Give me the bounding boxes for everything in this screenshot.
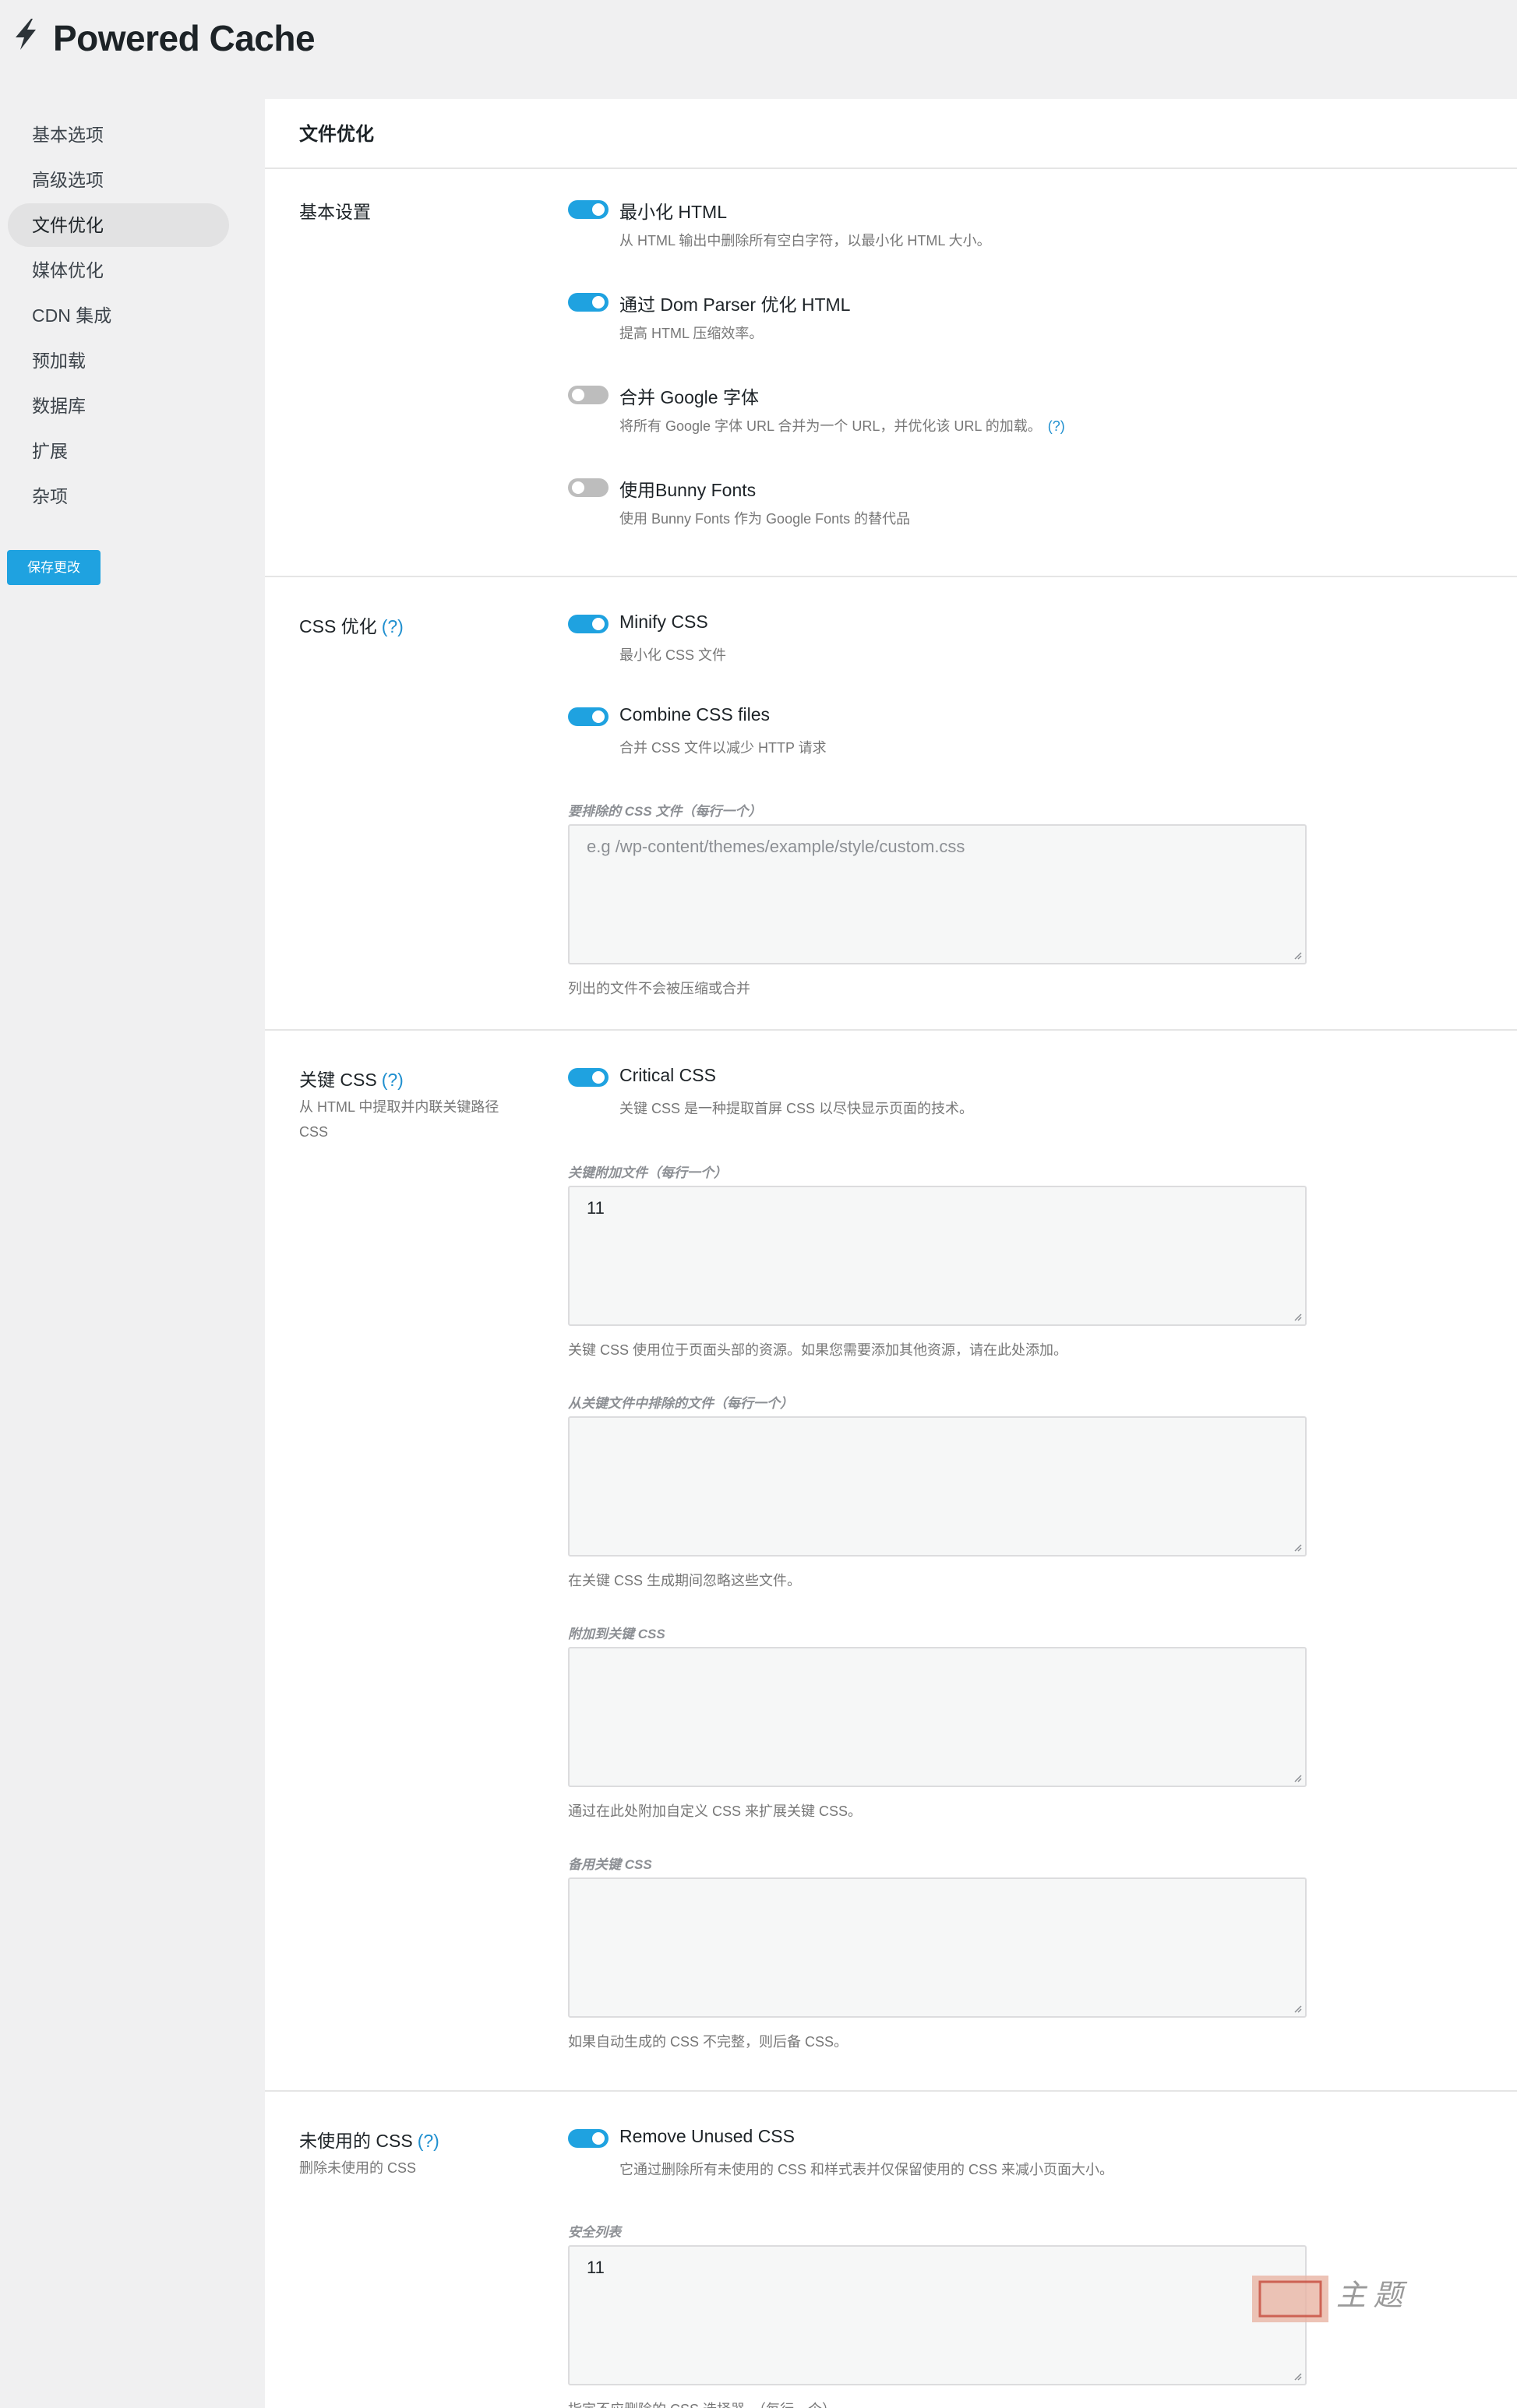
sidebar-item-media[interactable]: 媒体优化 xyxy=(8,249,229,292)
exclude-css-label: 要排除的 CSS 文件（每行一个） xyxy=(568,804,762,819)
section-unused-css: 未使用的 CSS (?) 删除未使用的 CSS Remove Unused CSS… xyxy=(265,2092,1517,2408)
section-critical-css: 关键 CSS (?) 从 HTML 中提取并内联关键路径 CSS Critical… xyxy=(265,1031,1517,2092)
section-label: 关键 CSS (?) xyxy=(299,1065,404,1091)
remove-unused-css-toggle[interactable] xyxy=(568,2129,609,2148)
critical-additional-files-textarea[interactable]: 11 xyxy=(568,1186,1307,1326)
sidebar-item-preload[interactable]: 预加载 xyxy=(8,339,229,383)
resize-handle-icon[interactable] xyxy=(1293,2004,1302,2013)
resize-handle-icon[interactable] xyxy=(1293,1312,1302,1321)
option-title: Remove Unused CSS xyxy=(619,2126,795,2146)
append-critical-css-textarea[interactable] xyxy=(568,1647,1307,1787)
resize-handle-icon[interactable] xyxy=(1293,2371,1302,2381)
section-css-optimization: CSS 优化 (?) Minify CSS 最小化 CSS 文件 Combine … xyxy=(265,577,1517,1031)
option-desc: 合并 CSS 文件以减少 HTTP 请求 xyxy=(619,740,827,756)
sidebar-item-advanced[interactable]: 高级选项 xyxy=(8,158,229,202)
section-label: 基本设置 xyxy=(299,202,371,222)
settings-panel: 文件优化 基本设置 最小化 HTML 从 HTML 输出中删除所有空白字符，以最… xyxy=(265,99,1517,2408)
critical-excluded-files-textarea[interactable] xyxy=(568,1416,1307,1557)
append-critical-css-label: 附加到关键 CSS xyxy=(568,1627,665,1641)
help-link[interactable]: (?) xyxy=(418,2131,439,2151)
option-title: Minify CSS xyxy=(619,612,708,632)
sidebar-item-file-optimization[interactable]: 文件优化 xyxy=(8,203,229,247)
option-title: 合并 Google 字体 xyxy=(619,387,759,407)
option-title: Combine CSS files xyxy=(619,704,771,725)
field-help: 如果自动生成的 CSS 不完整，则后备 CSS。 xyxy=(568,2034,848,2050)
textarea-placeholder: e.g /wp-content/themes/example/style/cus… xyxy=(587,837,965,856)
fallback-critical-css-textarea[interactable] xyxy=(568,1877,1307,2018)
sidebar-item-database[interactable]: 数据库 xyxy=(8,384,229,428)
section-label-text: 关键 CSS xyxy=(299,1070,377,1090)
help-link[interactable]: (?) xyxy=(382,1070,404,1090)
resize-handle-icon[interactable] xyxy=(1293,1773,1302,1782)
watermark-logo: 主 题 xyxy=(1252,2276,1408,2322)
resize-handle-icon[interactable] xyxy=(1293,1542,1302,1552)
help-link[interactable]: (?) xyxy=(1048,418,1065,434)
minify-css-toggle[interactable] xyxy=(568,615,609,633)
critical-css-toggle[interactable] xyxy=(568,1068,609,1087)
section-basic-settings: 基本设置 最小化 HTML 从 HTML 输出中删除所有空白字符，以最小化 HT… xyxy=(265,169,1517,577)
field-help: 指定不应删除的 CSS 选择器。（每行一个） xyxy=(568,2399,836,2408)
sidebar-item-extensions[interactable]: 扩展 xyxy=(8,429,229,473)
option-desc: 从 HTML 输出中删除所有空白字符，以最小化 HTML 大小。 xyxy=(619,233,991,249)
help-link[interactable]: (?) xyxy=(382,616,404,636)
field-help: 列出的文件不会被压缩或合并 xyxy=(568,981,750,996)
page-title: 文件优化 xyxy=(265,99,1517,169)
section-label: CSS 优化 (?) xyxy=(299,612,404,638)
option-desc: 提高 HTML 压缩效率。 xyxy=(619,326,764,341)
sidebar-item-cdn[interactable]: CDN 集成 xyxy=(8,294,229,337)
option-title: 通过 Dom Parser 优化 HTML xyxy=(619,294,851,315)
app-title: Powered Cache xyxy=(53,18,316,58)
safelist-label: 安全列表 xyxy=(568,2225,621,2240)
field-help: 通过在此处附加自定义 CSS 来扩展关键 CSS。 xyxy=(568,1803,863,1819)
dom-parser-toggle[interactable] xyxy=(568,293,609,312)
sidebar-nav: 基本选项 高级选项 文件优化 媒体优化 CDN 集成 预加载 数据库 扩展 杂项 xyxy=(0,113,234,520)
section-desc: 从 HTML 中提取并内联关键路径 CSS xyxy=(299,1099,499,1140)
textarea-value: 11 xyxy=(587,2258,605,2277)
option-desc: 它通过删除所有未使用的 CSS 和样式表并仅保留使用的 CSS 来减小页面大小。 xyxy=(619,2162,1114,2177)
fallback-critical-css-label: 备用关键 CSS xyxy=(568,1857,652,1872)
option-desc: 将所有 Google 字体 URL 合并为一个 URL，并优化该 URL 的加载… xyxy=(619,415,1065,435)
app-header: Powered Cache xyxy=(0,0,1517,86)
lightning-bolt-icon xyxy=(16,19,36,50)
option-title: 最小化 HTML xyxy=(619,202,727,222)
combine-google-fonts-toggle[interactable] xyxy=(568,386,609,404)
combine-css-toggle[interactable] xyxy=(568,707,609,726)
option-desc-text: 将所有 Google 字体 URL 合并为一个 URL，并优化该 URL 的加载… xyxy=(619,418,1042,434)
critical-additional-files-label: 关键附加文件（每行一个） xyxy=(568,1165,727,1180)
textarea-value: 11 xyxy=(587,1198,605,1218)
field-help: 在关键 CSS 生成期间忽略这些文件。 xyxy=(568,1573,802,1588)
safelist-textarea[interactable]: 11 xyxy=(568,2245,1307,2385)
option-desc: 使用 Bunny Fonts 作为 Google Fonts 的替代品 xyxy=(619,511,911,527)
bunny-fonts-toggle[interactable] xyxy=(568,478,609,497)
exclude-css-textarea[interactable]: e.g /wp-content/themes/example/style/cus… xyxy=(568,824,1307,964)
critical-excluded-files-label: 从关键文件中排除的文件（每行一个） xyxy=(568,1396,793,1411)
save-changes-button[interactable]: 保存更改 xyxy=(7,550,101,585)
option-desc: 最小化 CSS 文件 xyxy=(619,647,727,663)
option-title: 使用Bunny Fonts xyxy=(619,480,757,500)
section-label-text: 未使用的 CSS xyxy=(299,2131,413,2151)
minify-html-toggle[interactable] xyxy=(568,200,609,219)
section-label-text: CSS 优化 xyxy=(299,616,377,636)
sidebar-item-misc[interactable]: 杂项 xyxy=(8,474,229,518)
option-desc: 关键 CSS 是一种提取首屏 CSS 以尽快显示页面的技术。 xyxy=(619,1101,974,1116)
svg-text:主 题: 主 题 xyxy=(1336,2279,1408,2312)
section-desc: 删除未使用的 CSS xyxy=(299,2160,417,2176)
resize-handle-icon[interactable] xyxy=(1293,950,1302,960)
field-help: 关键 CSS 使用位于页面头部的资源。如果您需要添加其他资源，请在此处添加。 xyxy=(568,1342,1068,1358)
section-label: 未使用的 CSS (?) xyxy=(299,2126,439,2152)
sidebar-item-basic[interactable]: 基本选项 xyxy=(8,113,229,157)
option-title: Critical CSS xyxy=(619,1065,716,1085)
